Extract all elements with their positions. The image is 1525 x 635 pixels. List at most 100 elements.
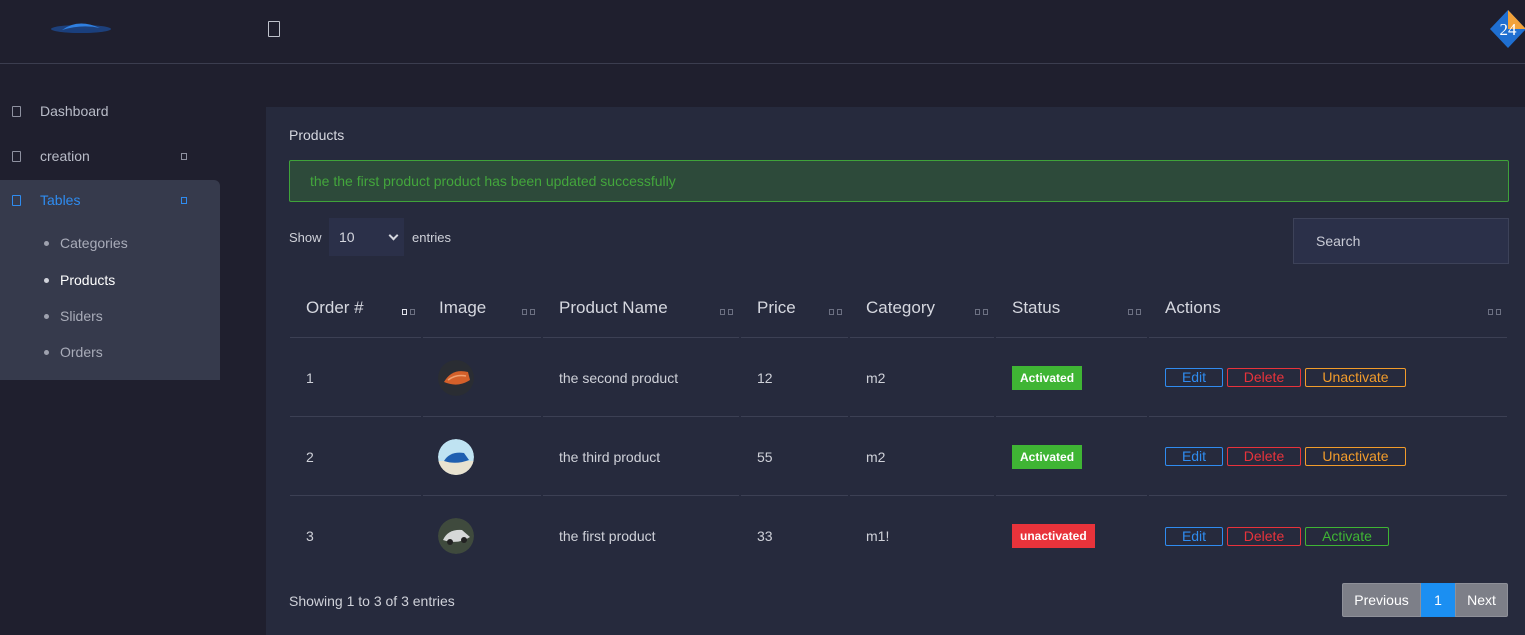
column-header-label: Image (439, 298, 487, 317)
cell-order: 1 (290, 339, 421, 417)
success-alert: the the first product product has been u… (289, 160, 1509, 202)
sidebar-item-label: Tables (40, 192, 81, 208)
cell-category: m2 (850, 339, 994, 417)
brand-badge-text: 24 (1500, 20, 1518, 39)
column-header-label: Product Name (559, 298, 668, 317)
cell-actions: Edit Delete Unactivate (1149, 339, 1507, 417)
sidebar-subitem-categories[interactable]: Categories (0, 228, 220, 258)
sidebar-group-tables: Tables Categories Products Sliders Order… (0, 180, 220, 380)
column-header-label: Actions (1165, 298, 1221, 317)
unactivate-button[interactable]: Unactivate (1305, 447, 1406, 466)
car-silver-thumb[interactable] (438, 518, 474, 554)
edit-button[interactable]: Edit (1165, 368, 1223, 387)
cell-status: Activated (996, 418, 1147, 496)
entries-select[interactable]: 10 (329, 218, 404, 256)
chevron-down-icon (388, 230, 399, 241)
sort-icon (975, 309, 988, 315)
column-header-category[interactable]: Category (850, 277, 994, 338)
cell-price: 12 (741, 339, 848, 417)
cell-actions: Edit Delete Unactivate (1149, 418, 1507, 496)
activate-button[interactable]: Activate (1305, 526, 1389, 546)
table-info: Showing 1 to 3 of 3 entries (289, 593, 455, 609)
sort-icon (1128, 309, 1141, 315)
delete-button[interactable]: Delete (1227, 526, 1301, 546)
car-orange-thumb[interactable] (438, 359, 474, 396)
sort-icon (402, 309, 415, 315)
sidebar-subitem-label: Categories (60, 235, 128, 251)
sidebar-subitem-label: Orders (60, 344, 103, 360)
sidebar-subitem-products[interactable]: Products (0, 265, 220, 295)
table-row: 1 the second product 12 m2 Activated Edi… (290, 339, 1507, 418)
bullet-icon (44, 349, 49, 355)
sidebar-subitem-sliders[interactable]: Sliders (0, 301, 220, 331)
cell-status: Activated (996, 339, 1147, 417)
table-row: 3 the first product 33 m1! unactivated E… (290, 497, 1507, 576)
edit-button[interactable]: Edit (1165, 526, 1223, 546)
sidebar-item-label: creation (40, 148, 90, 164)
edit-button[interactable]: Edit (1165, 447, 1223, 466)
cell-category: m1! (866, 528, 890, 544)
unactivate-button[interactable]: Unactivate (1305, 368, 1406, 387)
cell-price: 55 (741, 418, 848, 496)
column-header-image[interactable]: Image (423, 277, 541, 338)
cell-actions: Edit Delete Activate (1149, 497, 1507, 575)
page-title: Products (289, 127, 345, 143)
cell-product-name: the third product (543, 418, 739, 496)
column-header-label: Order # (306, 298, 364, 317)
bullet-icon (44, 313, 49, 319)
sidebar-item-label: Dashboard (40, 103, 109, 119)
cell-image (423, 339, 541, 417)
alert-message: the the first product product has been u… (310, 173, 676, 189)
bullet-icon (44, 277, 49, 283)
cell-image (423, 497, 541, 575)
table-icon (12, 194, 21, 206)
column-header-status[interactable]: Status (996, 277, 1147, 338)
next-page-button[interactable]: Next (1455, 583, 1508, 617)
column-header-price[interactable]: Price (741, 277, 848, 338)
dashboard-icon (12, 105, 21, 117)
status-badge: Activated (1012, 444, 1083, 469)
column-header-actions[interactable]: Actions (1149, 277, 1507, 338)
column-header-order[interactable]: Order # (290, 277, 421, 338)
cell-product-name: the first product (559, 528, 656, 544)
status-badge: Activated (1012, 365, 1083, 390)
entries-select-value: 10 (339, 229, 355, 245)
cell-product-name: the second product (543, 339, 739, 417)
top-bar: 24 (0, 0, 1525, 64)
cell-order: 3 (306, 528, 314, 544)
cell-status: unactivated (996, 497, 1147, 575)
cell-price: 33 (757, 528, 773, 544)
pagination: Previous 1 Next (1342, 583, 1508, 617)
column-header-product-name[interactable]: Product Name (543, 277, 739, 338)
brand-badge-icon[interactable]: 24 (1488, 8, 1525, 50)
menu-toggle-icon[interactable] (268, 21, 280, 37)
cell-image (423, 418, 541, 496)
bullet-icon (44, 240, 49, 246)
sidebar-item-dashboard[interactable]: Dashboard (0, 91, 220, 131)
column-header-label: Category (866, 298, 935, 317)
entries-label: entries (412, 230, 452, 245)
car-blue-thumb[interactable] (438, 438, 474, 475)
chevron-icon (181, 152, 187, 160)
sort-icon (522, 309, 535, 315)
column-header-label: Status (1012, 298, 1061, 317)
sort-icon (829, 309, 842, 315)
chevron-icon (181, 196, 187, 204)
sidebar-subitem-orders[interactable]: Orders (0, 337, 220, 367)
search-input[interactable] (1293, 218, 1509, 264)
previous-page-button[interactable]: Previous (1342, 583, 1421, 617)
show-label: Show (289, 230, 322, 245)
cell-category: m2 (850, 418, 994, 496)
sidebar: Dashboard creation Tables Categories Pro… (0, 64, 220, 635)
delete-button[interactable]: Delete (1227, 447, 1301, 466)
sort-icon (720, 309, 733, 315)
status-badge: unactivated (1012, 524, 1095, 548)
delete-button[interactable]: Delete (1227, 368, 1301, 387)
column-header-label: Price (757, 298, 796, 317)
sidebar-item-tables[interactable]: Tables (0, 180, 220, 220)
products-panel: Products the the first product product h… (266, 107, 1525, 635)
brand-logo[interactable] (48, 20, 114, 36)
page-1-button[interactable]: 1 (1421, 583, 1455, 617)
table-row: 2 the third product 55 m2 Activated Edit… (290, 418, 1507, 497)
sidebar-item-creation[interactable]: creation (0, 136, 220, 176)
